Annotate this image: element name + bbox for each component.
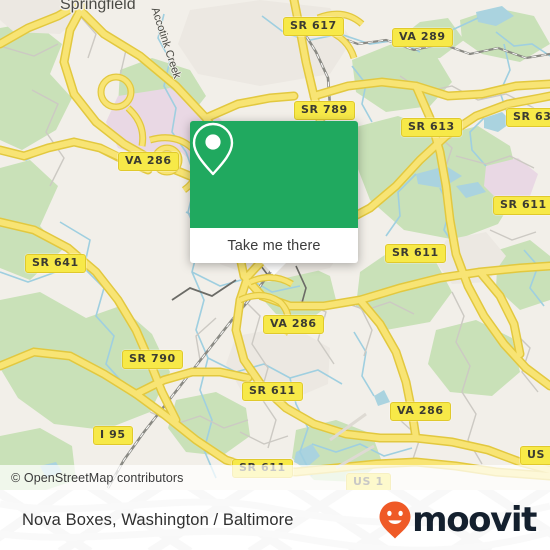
osm-attribution-bar: © OpenStreetMap contributors <box>0 465 550 490</box>
shield-sr-617[interactable]: SR 617 <box>283 17 344 36</box>
shield-sr-611-ne[interactable]: SR 611 <box>385 244 446 263</box>
shield-va-289[interactable]: VA 289 <box>392 28 453 47</box>
take-me-there-popup[interactable]: Take me there <box>190 121 358 263</box>
shield-sr-790[interactable]: SR 790 <box>122 350 183 369</box>
shield-sr-641[interactable]: SR 641 <box>25 254 86 273</box>
shield-sr-613[interactable]: SR 613 <box>401 118 462 137</box>
shield-sr-789[interactable]: SR 789 <box>294 101 355 120</box>
place-label-springfield: Springfield <box>60 0 136 13</box>
osm-attribution-text[interactable]: © OpenStreetMap contributors <box>0 471 184 485</box>
popup-tail-pointer <box>261 262 287 275</box>
shield-i-95[interactable]: I 95 <box>93 426 133 445</box>
shield-us-1-e[interactable]: US 1 <box>520 446 550 465</box>
footer-bar: Nova Boxes, Washington / Baltimore moovi… <box>0 490 550 550</box>
shield-va-286-nw[interactable]: VA 286 <box>118 152 179 171</box>
moovit-logo[interactable]: moovit <box>378 500 550 540</box>
shield-sr-611-e[interactable]: SR 611 <box>493 196 550 215</box>
page-title: Nova Boxes, Washington / Baltimore <box>22 510 294 529</box>
moovit-map-screenshot: Springfield Accotink Creek SR 617 VA 289… <box>0 0 550 550</box>
moovit-smiley-pin-icon <box>379 501 411 539</box>
popup-action-bar[interactable]: Take me there <box>190 228 358 263</box>
popup-header <box>190 121 358 228</box>
moovit-wordmark: moovit <box>412 500 537 540</box>
shield-va-286-c[interactable]: VA 286 <box>263 315 324 334</box>
map-pin-icon <box>192 122 234 176</box>
shield-va-286-se[interactable]: VA 286 <box>390 402 451 421</box>
take-me-there-label: Take me there <box>227 237 321 254</box>
map-canvas[interactable]: Springfield Accotink Creek SR 617 VA 289… <box>0 0 550 490</box>
shield-sr-611-c[interactable]: SR 611 <box>242 382 303 401</box>
shield-sr-635[interactable]: SR 635 <box>506 108 550 127</box>
